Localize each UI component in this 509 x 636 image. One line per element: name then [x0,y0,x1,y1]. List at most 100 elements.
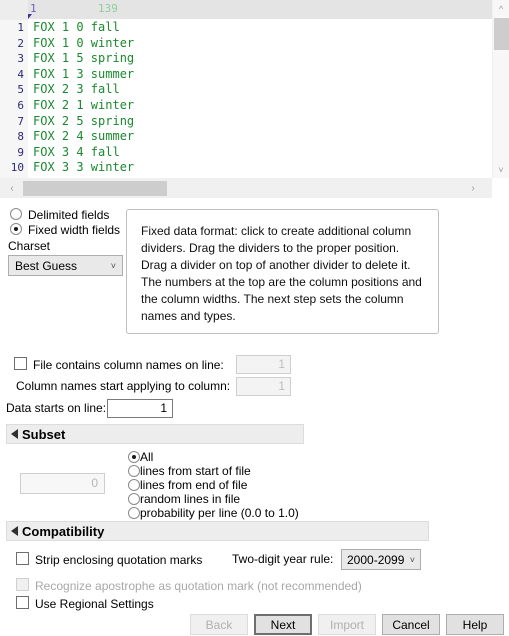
data-starts-on-line-label: Data starts on line: [6,401,107,415]
radio-icon[interactable] [10,208,22,220]
section-header-subset[interactable]: Subset [6,424,304,444]
preview-line: 3 FOX 1 5 spring [0,51,134,67]
back-button: Back [190,614,248,635]
two-digit-year-rule-value: 2000-2099 [347,552,405,567]
radio-icon-selected[interactable] [128,451,140,463]
preview-lines: 1 FOX 1 0 fall 2 FOX 1 0 winter 3 FOX 1 5 s… [0,20,134,176]
radio-subset-lines-from-start[interactable]: lines from start of file [128,464,251,478]
checkbox-recognize-apostrophe-label: Recognize apostrophe as quotation mark (… [35,578,362,593]
line-text: FOX 2 4 summer [33,129,135,144]
line-number: 2 [17,36,24,50]
data-starts-on-line-input[interactable]: 1 [107,399,173,418]
checkbox-icon[interactable] [16,596,29,609]
line-text: FOX 2 3 fall [33,82,120,97]
line-text: FOX 1 0 winter [33,35,135,50]
chevron-left-icon[interactable]: ‹ [3,178,21,198]
charset-label: Charset [8,239,51,253]
section-title-compatibility: Compatibility [22,523,105,539]
radio-subset-lines-from-start-label: lines from start of file [140,464,251,478]
radio-subset-random-lines-label: random lines in file [140,492,241,506]
radio-subset-probability-per-line-label: probability per line (0.0 to 1.0) [140,506,299,520]
preview-code-area[interactable]: 1 FOX 1 0 fall 2 FOX 1 0 winter 3 FOX 1 5 s… [0,20,492,178]
line-text: FOX 1 0 fall [33,20,120,34]
column-ruler[interactable]: 1 139 [0,0,492,20]
chevron-down-icon[interactable]: ˅ [111,261,116,271]
two-digit-year-rule-select[interactable]: 2000-2099 ˅ [341,549,421,570]
format-hint-text: Fixed data format: click to create addit… [126,209,439,334]
file-preview-pane: 1 139 1 FOX 1 0 fall 2 FOX 1 0 winter 3 FOX… [0,0,509,200]
preview-line: 6 FOX 2 1 winter [0,98,134,114]
ruler-gutter [0,0,28,20]
chevron-up-icon[interactable]: ^ [493,0,509,17]
preview-line: 8 FOX 2 4 summer [0,129,134,145]
line-number: 4 [17,67,24,81]
radio-subset-probability-per-line[interactable]: probability per line (0.0 to 1.0) [128,506,299,520]
line-number: 9 [17,145,24,159]
checkbox-file-contains-column-names-label: File contains column names on line: [33,357,224,372]
column-names-start-column-input[interactable]: 1 [236,377,291,396]
column-names-start-column-label: Column names start applying to column: [16,379,231,393]
collapse-triangle-icon[interactable] [11,429,18,439]
line-text: FOX 2 1 winter [33,97,135,112]
line-number: 5 [17,83,24,97]
radio-subset-lines-from-end[interactable]: lines from end of file [128,478,247,492]
import-wizard-dialog: 1 139 1 FOX 1 0 fall 2 FOX 1 0 winter 3 FOX… [0,0,509,636]
vertical-scrollbar-thumb[interactable] [494,18,509,50]
preview-text-area[interactable]: 1 139 1 FOX 1 0 fall 2 FOX 1 0 winter 3 FOX… [0,0,492,178]
two-digit-year-rule-label: Two-digit year rule: [232,552,334,566]
line-number: 7 [17,114,24,128]
checkbox-strip-enclosing-quotation-marks-label: Strip enclosing quotation marks [35,552,203,567]
charset-select[interactable]: Best Guess ˅ [8,255,123,276]
radio-icon[interactable] [128,493,140,505]
column-names-line-input[interactable]: 1 [236,355,291,374]
checkbox-strip-enclosing-quotation-marks[interactable]: Strip enclosing quotation marks [16,552,202,567]
preview-line: 7 FOX 2 5 spring [0,114,134,130]
radio-subset-random-lines[interactable]: random lines in file [128,492,240,506]
checkbox-file-contains-column-names[interactable]: File contains column names on line: [14,357,224,372]
radio-fixed-width-fields-label: Fixed width fields [28,222,121,237]
chevron-down-icon[interactable]: ˅ [410,555,415,565]
section-header-compatibility[interactable]: Compatibility [6,521,429,541]
chevron-right-icon[interactable]: › [464,178,482,198]
preview-line: 1 FOX 1 0 fall [0,20,134,36]
ruler-column-width: 139 [98,2,118,15]
line-number: 6 [17,98,24,112]
line-number: 10 [10,161,24,175]
collapse-triangle-icon[interactable] [11,526,18,536]
checkbox-icon-disabled [16,578,29,591]
checkbox-use-regional-settings-label: Use Regional Settings [35,596,154,611]
line-number: 1 [17,21,24,34]
preview-vertical-scrollbar[interactable]: ^ ˅ [492,0,509,178]
section-title-subset: Subset [22,426,66,442]
line-number: 3 [17,52,24,66]
line-text: FOX 1 3 summer [33,66,135,81]
preview-horizontal-scrollbar[interactable]: ‹ › [0,178,492,198]
checkbox-recognize-apostrophe: Recognize apostrophe as quotation mark (… [16,578,362,593]
line-number: 8 [17,130,24,144]
checkbox-icon[interactable] [16,552,29,565]
radio-subset-all[interactable]: All [128,450,153,464]
cancel-button[interactable]: Cancel [382,614,440,635]
radio-icon[interactable] [128,479,140,491]
horizontal-scrollbar-thumb[interactable] [23,181,167,196]
line-text: FOX 2 5 spring [33,113,135,128]
radio-delimited-fields[interactable]: Delimited fields [10,207,109,222]
radio-fixed-width-fields[interactable]: Fixed width fields [10,222,120,237]
checkbox-use-regional-settings[interactable]: Use Regional Settings [16,596,154,611]
radio-subset-all-label: All [140,450,154,464]
help-button[interactable]: Help [446,614,504,635]
radio-icon[interactable] [128,465,140,477]
subset-count-input[interactable]: 0 [20,473,105,494]
line-text: FOX 1 5 spring [33,51,135,66]
next-button[interactable]: Next [254,614,312,635]
radio-icon-selected[interactable] [10,223,22,235]
preview-line: 10 FOX 3 3 winter [0,160,134,176]
preview-line: 9 FOX 3 4 fall [0,145,134,161]
preview-line: 4 FOX 1 3 summer [0,67,134,83]
radio-subset-lines-from-end-label: lines from end of file [140,478,248,492]
radio-icon[interactable] [128,507,140,519]
checkbox-icon[interactable] [14,357,27,370]
charset-value: Best Guess [15,258,78,273]
column-divider-marker[interactable] [28,14,32,19]
chevron-down-icon[interactable]: ˅ [493,161,509,178]
